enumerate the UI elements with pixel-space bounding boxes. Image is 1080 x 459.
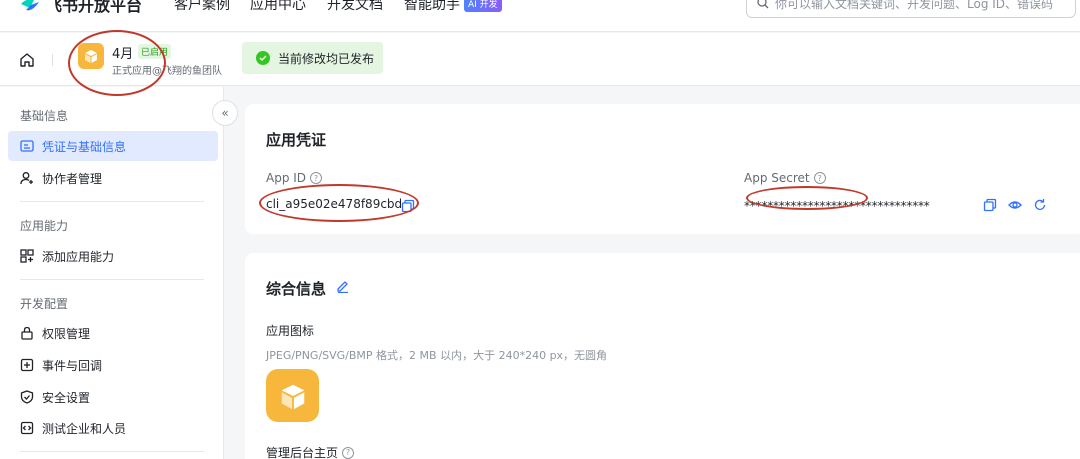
top-nav: 飞书开放平台 客户案例 应用中心 开发文档 智能助手 AI 开发 你可以输入文档关… — [0, 0, 1080, 32]
sidebar-item-security[interactable]: 安全设置 — [8, 382, 218, 412]
sidebar-item-events[interactable]: 事件与回调 — [8, 350, 218, 380]
user-add-icon — [20, 172, 33, 185]
box-icon — [281, 384, 304, 409]
app-secret-label: App Secret ? — [744, 171, 826, 185]
divider — [20, 201, 204, 202]
nav-smart-assistant-label: 智能助手 — [404, 0, 460, 13]
sidebar-item-label: 测试企业和人员 — [42, 421, 127, 436]
publish-status-banner: 当前修改均已发布 — [242, 42, 383, 74]
search-input[interactable]: 你可以输入文档关键词、开发问题、Log ID、错误码 — [746, 0, 1076, 18]
divider — [20, 451, 204, 452]
home-icon[interactable] — [18, 51, 36, 69]
section-title-basic-info: 基础信息 — [20, 109, 69, 123]
copy-icon[interactable] — [983, 198, 997, 212]
sidebar-item-test-org[interactable]: 测试企业和人员 — [8, 413, 218, 443]
app-secret-value[interactable]: ******************************** — [744, 199, 930, 213]
credentials-title: 应用凭证 — [266, 131, 327, 149]
credentials-card: 应用凭证 App ID ? cli_a95e02e478f89cbd App S… — [245, 104, 1080, 234]
app-name: 4月 — [112, 47, 134, 62]
copy-icon[interactable] — [401, 199, 415, 213]
sidebar-item-label: 协作者管理 — [42, 171, 103, 186]
feishu-logo-icon — [21, 0, 39, 11]
app-id-value[interactable]: cli_a95e02e478f89cbd — [266, 197, 402, 211]
nav-app-center[interactable]: 应用中心 — [250, 0, 306, 14]
box-icon — [85, 50, 97, 63]
app-icon-label: 应用图标 — [266, 324, 315, 338]
sidebar-item-collaborators[interactable]: 协作者管理 — [8, 163, 218, 193]
sidebar-item-label: 添加应用能力 — [42, 249, 115, 264]
sidebar: 基础信息 凭证与基础信息 协作者管理 应用能力 添加应用能力 开发配置 权限管理… — [0, 87, 224, 459]
brand-name: 飞书开放平台 — [46, 0, 143, 15]
search-placeholder: 你可以输入文档关键词、开发问题、Log ID、错误码 — [775, 0, 1054, 11]
general-info-title: 综合信息 — [266, 280, 327, 298]
nav-dev-docs[interactable]: 开发文档 — [327, 0, 383, 14]
search-icon — [757, 0, 769, 9]
sidebar-item-label: 事件与回调 — [42, 358, 103, 373]
sidebar-item-credentials[interactable]: 凭证与基础信息 — [8, 131, 218, 161]
divider — [20, 279, 204, 280]
app-header: 4月 已启用 正式应用@飞翔的鱼团队 当前修改均已发布 — [0, 33, 1080, 86]
brand[interactable]: 飞书开放平台 — [20, 0, 142, 16]
help-icon[interactable]: ? — [342, 446, 355, 459]
edit-icon[interactable] — [336, 279, 350, 293]
app-status-badge: 已启用 — [138, 44, 172, 59]
lock-icon — [21, 326, 33, 340]
nav-smart-assistant[interactable]: 智能助手 AI 开发 — [404, 0, 502, 14]
admin-home-label: 管理后台主页 ? — [266, 444, 355, 459]
ai-dev-badge: AI 开发 — [464, 0, 502, 12]
sidebar-item-label: 安全设置 — [42, 390, 91, 405]
app-id-label-text: App ID — [266, 171, 307, 185]
code-icon — [20, 421, 34, 435]
general-info-card: 综合信息 应用图标 JPEG/PNG/SVG/BMP 格式，2 MB 以内，大于… — [245, 253, 1080, 459]
eye-icon[interactable] — [1008, 198, 1022, 212]
shield-icon — [20, 390, 34, 404]
app-icon-upload[interactable] — [266, 369, 319, 422]
app-icon-hint: JPEG/PNG/SVG/BMP 格式，2 MB 以内，大于 240*240 p… — [266, 349, 608, 362]
sidebar-item-permissions[interactable]: 权限管理 — [8, 318, 218, 348]
app-id-label: App ID ? — [266, 171, 323, 185]
event-icon — [20, 358, 34, 372]
collapse-sidebar-button[interactable]: « — [212, 100, 238, 126]
section-title-dev-config: 开发配置 — [20, 297, 69, 311]
help-icon[interactable]: ? — [813, 172, 826, 184]
app-icon[interactable] — [78, 43, 104, 69]
sidebar-item-label: 权限管理 — [42, 326, 91, 341]
refresh-icon[interactable] — [1033, 198, 1047, 212]
credential-icon — [20, 140, 34, 152]
divider — [52, 54, 53, 66]
nav-customer-cases[interactable]: 客户案例 — [174, 0, 230, 14]
admin-home-label-text: 管理后台主页 — [266, 446, 339, 459]
help-icon[interactable]: ? — [310, 172, 323, 184]
app-subtitle: 正式应用@飞翔的鱼团队 — [112, 66, 222, 77]
add-capability-icon — [20, 249, 34, 263]
check-circle-icon — [256, 51, 270, 65]
app-secret-label-text: App Secret — [744, 171, 810, 185]
sidebar-item-add-capability[interactable]: 添加应用能力 — [8, 241, 218, 271]
section-title-app-capability: 应用能力 — [20, 219, 69, 233]
publish-status-text: 当前修改均已发布 — [278, 51, 375, 66]
sidebar-item-label: 凭证与基础信息 — [42, 139, 127, 154]
